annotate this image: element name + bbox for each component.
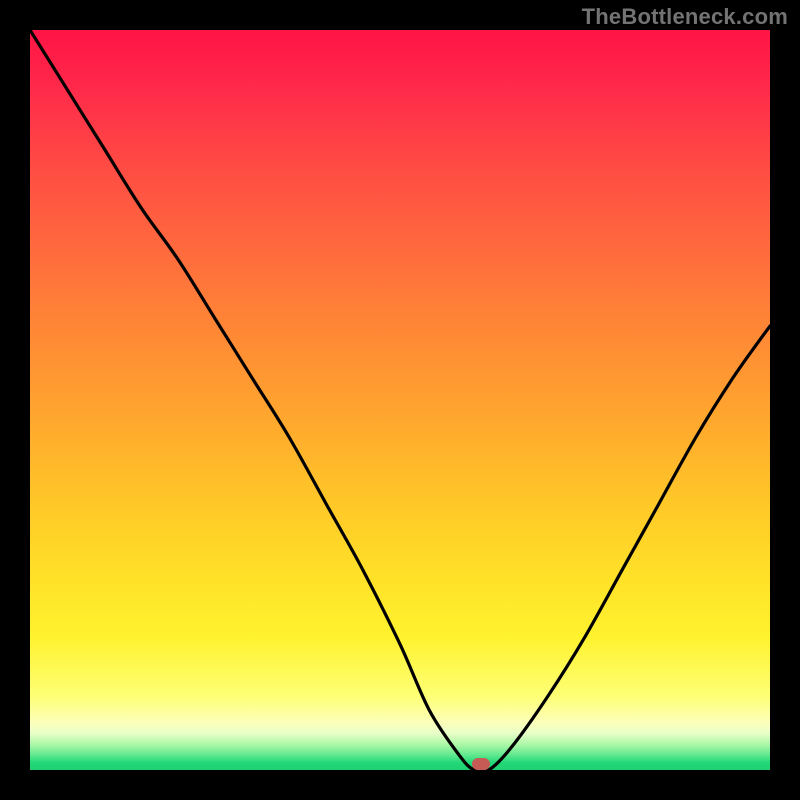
plot-area: [30, 30, 770, 770]
watermark-text: TheBottleneck.com: [582, 4, 788, 30]
optimal-point-marker: [472, 758, 490, 770]
bottleneck-curve: [30, 30, 770, 770]
chart-container: TheBottleneck.com: [0, 0, 800, 800]
